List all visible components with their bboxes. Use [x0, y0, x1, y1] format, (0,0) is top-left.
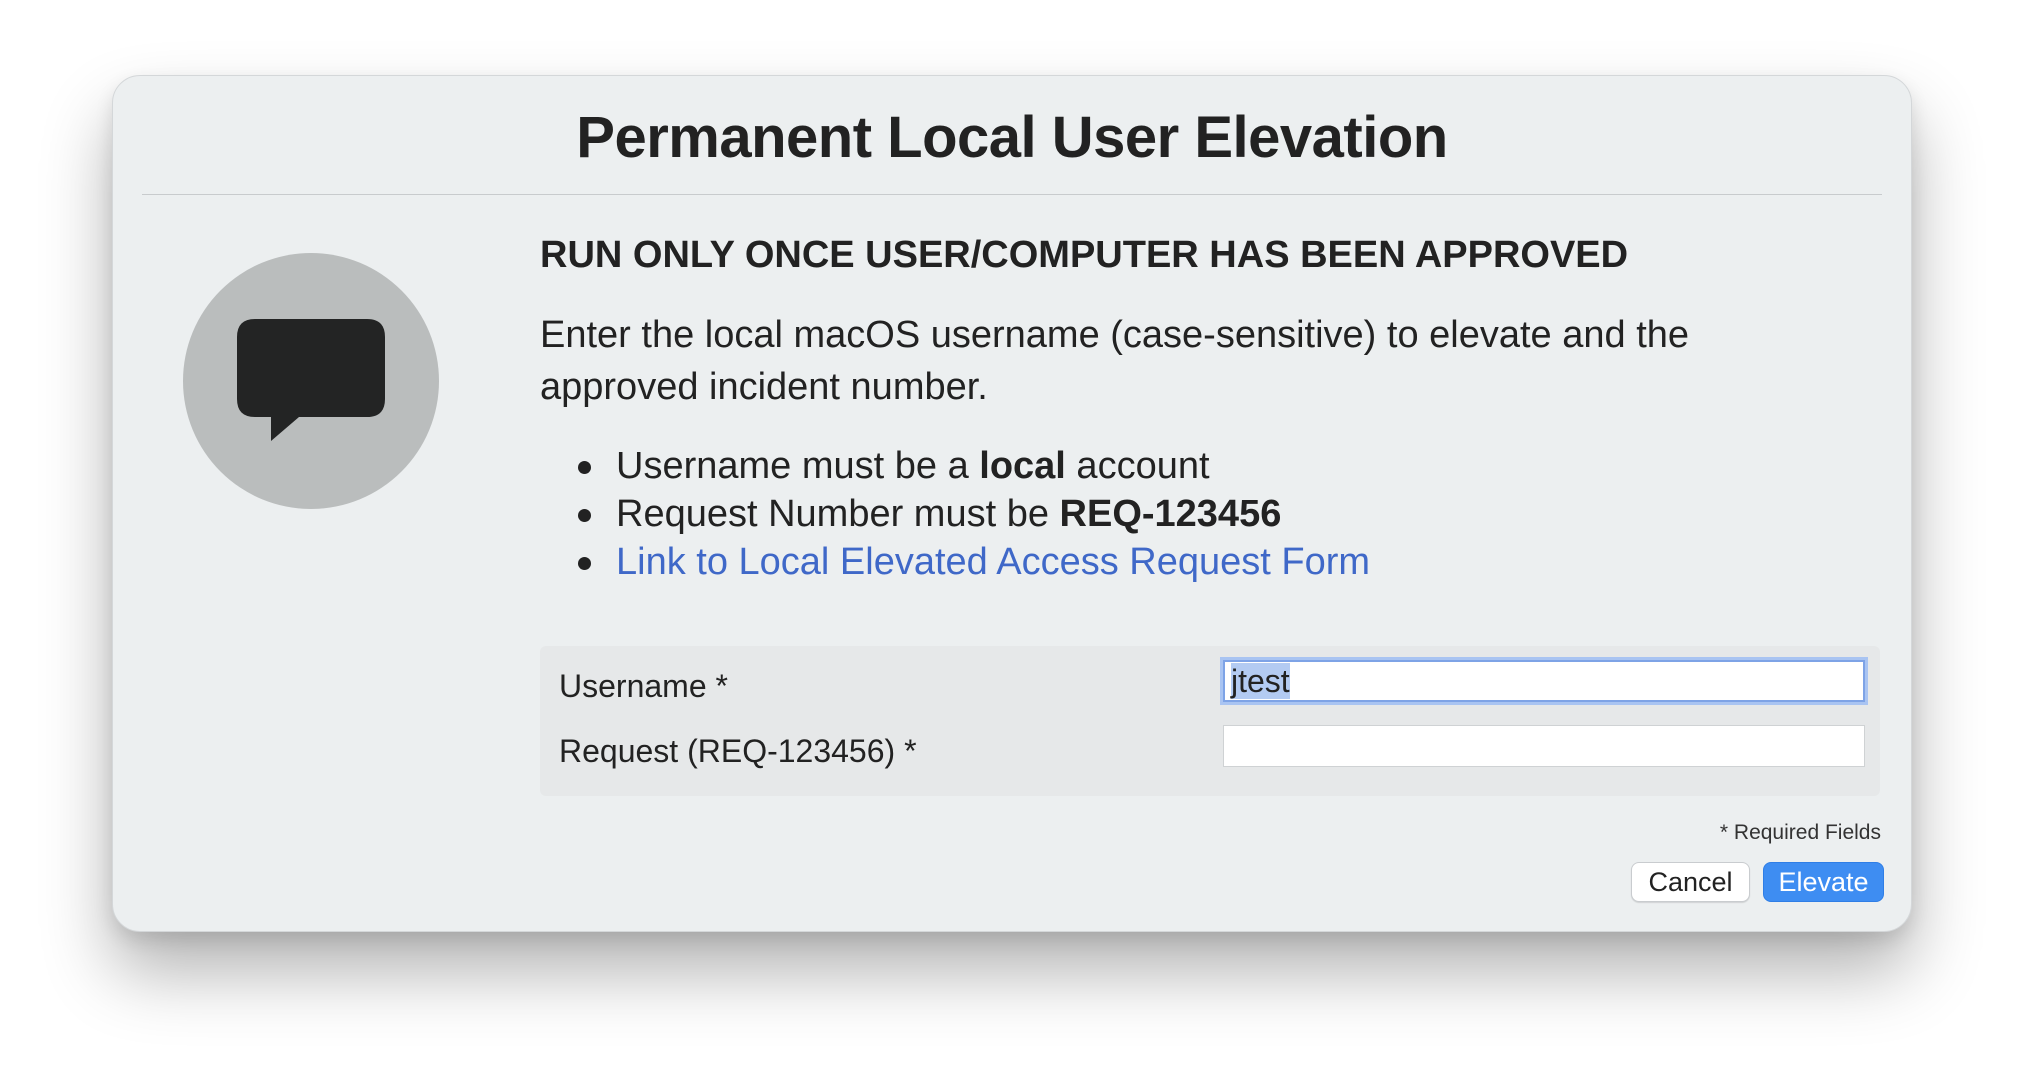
list-item-request-form-link: Link to Local Elevated Access Request Fo… [540, 538, 1370, 586]
requirements-list: Username must be a local account Request… [540, 442, 1370, 586]
title-divider [142, 194, 1882, 195]
dialog-title: Permanent Local User Elevation [576, 105, 1448, 170]
username-input[interactable]: jtest [1220, 657, 1868, 705]
request-form-link[interactable]: Link to Local Elevated Access Request Fo… [616, 541, 1370, 583]
bullet-icon [578, 557, 591, 570]
elevation-dialog: Permanent Local User Elevation RUN ONLY … [112, 75, 1912, 932]
request-label: Request (REQ-123456) * [559, 733, 917, 769]
request-number-input[interactable] [1223, 725, 1865, 767]
dialog-icon-badge [183, 253, 439, 509]
username-input-value: jtest [1231, 663, 1290, 699]
instructions-text: Enter the local macOS username (case-sen… [540, 314, 1690, 408]
elevation-form: Username * jtest Request (REQ-123456) * [540, 646, 1880, 796]
speech-bubble-icon [237, 319, 385, 441]
elevate-button[interactable]: Elevate [1763, 862, 1884, 902]
approval-warning-heading: RUN ONLY ONCE USER/COMPUTER HAS BEEN APP… [540, 234, 1629, 276]
username-label: Username * [559, 668, 728, 704]
list-item-request-requirement: Request Number must be REQ-123456 [540, 490, 1370, 538]
required-fields-note: * Required Fields [1719, 821, 1881, 844]
bullet-icon [578, 509, 591, 522]
list-item-username-requirement: Username must be a local account [540, 442, 1370, 490]
cancel-button[interactable]: Cancel [1631, 862, 1750, 902]
bullet-icon [578, 461, 591, 474]
